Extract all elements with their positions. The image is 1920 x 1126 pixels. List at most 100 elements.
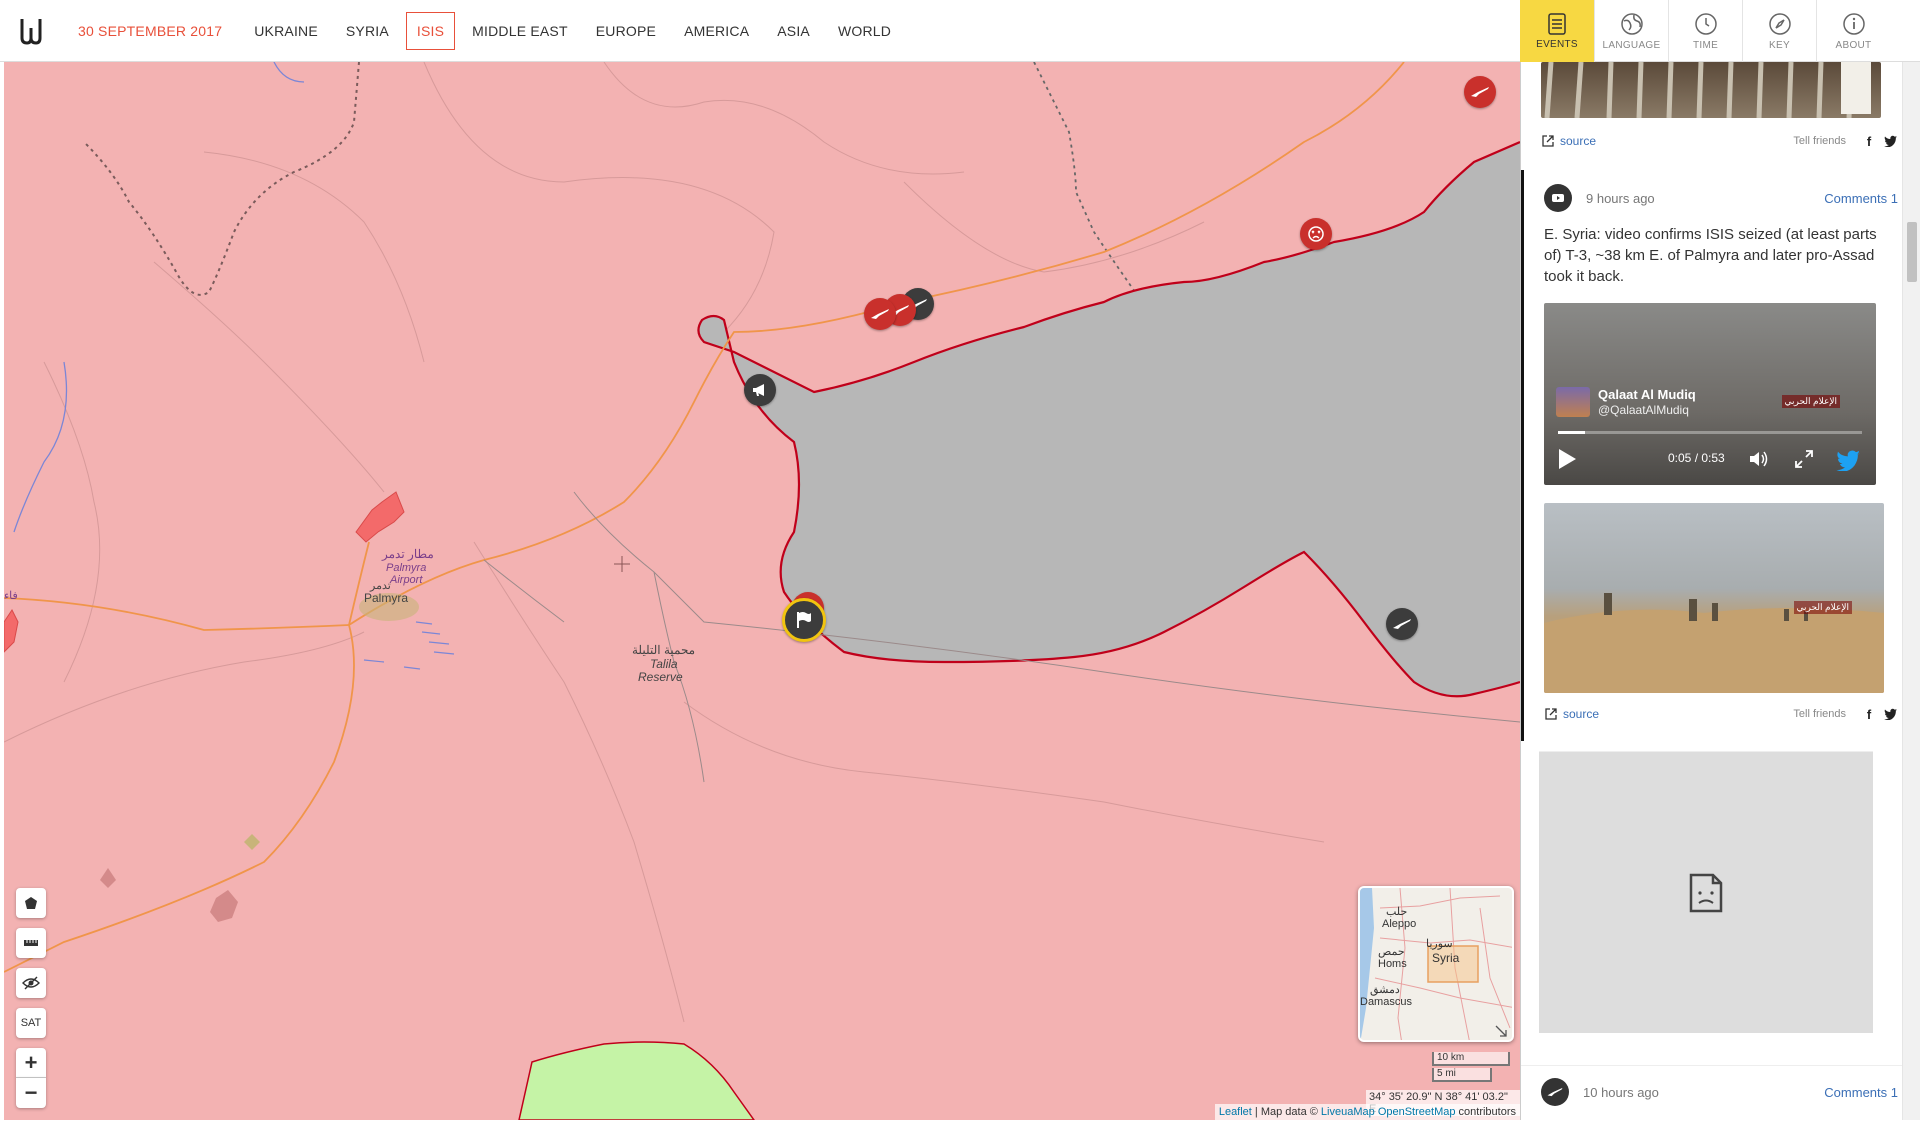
source-link-t3[interactable]: source — [1544, 707, 1599, 721]
overview-minimap[interactable]: حلب Aleppo سوريا Syria حمص Homs دمشق Dam… — [1358, 886, 1514, 1042]
tab-language-label: LANGUAGE — [1602, 39, 1661, 51]
minimap-homs: Homs — [1378, 958, 1407, 970]
tab-events[interactable]: EVENTS — [1520, 0, 1594, 62]
list-icon — [1548, 12, 1566, 35]
channel-avatar — [1556, 387, 1590, 417]
rifle-icon — [1541, 1078, 1569, 1106]
current-date[interactable]: 30 SEPTEMBER 2017 — [78, 23, 222, 39]
pentagon-icon — [25, 897, 37, 909]
scale-km: 10 km — [1432, 1052, 1510, 1066]
nav-world[interactable]: WORLD — [827, 12, 902, 50]
facebook-icon[interactable]: f — [1862, 134, 1876, 149]
broken-image-placeholder — [1539, 751, 1873, 1033]
nav-middle-east[interactable]: MIDDLE EAST — [461, 12, 579, 50]
event-time-t3: 9 hours ago — [1586, 190, 1655, 206]
rifle-icon — [1471, 87, 1489, 97]
event-text-t3: E. Syria: video confirms ISIS seized (at… — [1544, 226, 1877, 285]
map-view[interactable]: مطار تدمر Palmyra Airport تدمر Palmyra م… — [4, 62, 1520, 1120]
fullscreen-icon[interactable] — [1794, 449, 1814, 469]
minimap-syria: Syria — [1432, 951, 1460, 965]
scrollbar-thumb[interactable] — [1907, 222, 1917, 282]
label-reserve-ar: محمية التليلة — [632, 643, 696, 657]
leaflet-link[interactable]: Leaflet — [1219, 1106, 1252, 1118]
globe-icon — [1620, 12, 1643, 35]
logo-icon[interactable] — [0, 0, 62, 62]
marker-clash-dark-2[interactable] — [1386, 608, 1418, 640]
zoom-out-button[interactable]: − — [16, 1078, 46, 1108]
osm-link[interactable]: OpenStreetMap — [1378, 1106, 1456, 1118]
nav-ukraine[interactable]: UKRAINE — [243, 12, 329, 50]
label-reserve-en2: Reserve — [638, 670, 683, 684]
tab-language[interactable]: LANGUAGE — [1594, 0, 1668, 62]
satellite-button[interactable]: SAT — [16, 1008, 46, 1038]
source-label-t3: source — [1563, 707, 1600, 721]
ruler-icon — [24, 940, 38, 946]
event-photo-previous[interactable] — [1541, 62, 1881, 118]
video-progress[interactable] — [1558, 431, 1862, 434]
video-player[interactable]: Qalaat Al Mudiq @QalaatAlMudiq الإعلام ا… — [1544, 303, 1876, 485]
measure-button[interactable] — [16, 928, 46, 958]
eye-off-icon — [22, 976, 40, 990]
marker-clash-3[interactable] — [864, 298, 896, 330]
event-meta-t3: 9 hours ago Comments 1 — [1544, 178, 1898, 218]
photo-watermark: الإعلام الحربي — [1793, 601, 1852, 614]
video-time: 0:05 / 0:53 — [1668, 451, 1725, 465]
tab-about[interactable]: ABOUT — [1816, 0, 1890, 62]
nav-isis[interactable]: ISIS — [405, 11, 456, 50]
nav-asia[interactable]: ASIA — [766, 12, 821, 50]
event-time-next: 10 hours ago — [1583, 1084, 1659, 1100]
twitter-bird-icon[interactable] — [1836, 449, 1862, 471]
event-photo-t3[interactable]: الإعلام الحربي — [1544, 503, 1884, 693]
marker-death[interactable] — [1300, 218, 1332, 250]
external-link-icon — [1545, 708, 1557, 720]
megaphone-icon — [753, 384, 764, 396]
attribution-contributors: contributors — [1455, 1106, 1516, 1118]
tab-about-label: ABOUT — [1835, 39, 1872, 51]
broken-image-icon — [1689, 873, 1723, 912]
events-panel: source Tell friends f 9 hours ago Commen… — [1520, 62, 1920, 1120]
youtube-icon — [1544, 184, 1572, 212]
flag-icon — [797, 612, 811, 628]
draw-polygon-button[interactable] — [16, 888, 46, 918]
label-edge-ar: فاء — [4, 590, 18, 602]
sad-face-icon — [1308, 226, 1324, 242]
tab-key-label: KEY — [1769, 39, 1790, 51]
play-icon[interactable] — [1556, 447, 1578, 471]
volume-icon[interactable] — [1748, 449, 1770, 469]
panel-toolbar: EVENTS LANGUAGE TIME KEY ABOUT — [1520, 0, 1920, 62]
event-item-previous: source Tell friends f — [1521, 62, 1920, 154]
app-root: 30 SEPTEMBER 2017 UKRAINE SYRIA ISIS MID… — [0, 0, 1920, 1126]
comments-link-next[interactable]: Comments 1 — [1824, 1085, 1898, 1100]
map-geometry — [4, 62, 1520, 1120]
panel-scrollbar[interactable] — [1902, 62, 1920, 1120]
nav-syria[interactable]: SYRIA — [335, 12, 400, 50]
source-link-previous[interactable]: source — [1541, 134, 1596, 148]
external-link-icon — [1542, 135, 1554, 147]
event-item-next[interactable]: 10 hours ago Comments 1 — [1521, 1065, 1920, 1112]
photo-soldiers — [1544, 593, 1884, 693]
video-handle: @QalaatAlMudiq — [1598, 403, 1689, 417]
liveuamap-link[interactable]: LiveuaMap — [1321, 1106, 1375, 1118]
event-item-t3[interactable]: 9 hours ago Comments 1 E. Syria: video c… — [1521, 170, 1920, 741]
map-attribution: Leaflet | Map data © LiveuaMap OpenStree… — [1214, 1104, 1520, 1120]
tab-time-label: TIME — [1692, 39, 1719, 51]
map-scale: 10 km 5 mi — [1432, 1052, 1510, 1084]
nav-europe[interactable]: EUROPE — [585, 12, 667, 50]
tab-events-label: EVENTS — [1536, 38, 1578, 50]
tab-time[interactable]: TIME — [1668, 0, 1742, 62]
nav-america[interactable]: AMERICA — [673, 12, 760, 50]
video-watermark: الإعلام الحربي — [1781, 395, 1840, 408]
scale-mi: 5 mi — [1432, 1068, 1492, 1082]
twitter-icon[interactable] — [1884, 707, 1898, 721]
zoom-in-button[interactable]: + — [16, 1048, 46, 1078]
tab-key[interactable]: KEY — [1742, 0, 1816, 62]
marker-clash-1[interactable] — [1464, 76, 1496, 108]
toggle-visibility-button[interactable] — [16, 968, 46, 998]
comments-link-t3[interactable]: Comments 1 — [1824, 191, 1898, 206]
minimap-damascus: Damascus — [1360, 996, 1412, 1008]
twitter-icon[interactable] — [1884, 134, 1898, 148]
tell-friends-previous: Tell friends — [1793, 135, 1846, 147]
marker-announcement[interactable] — [744, 374, 776, 406]
facebook-icon[interactable]: f — [1862, 707, 1876, 722]
marker-flag-captured[interactable] — [782, 598, 826, 642]
